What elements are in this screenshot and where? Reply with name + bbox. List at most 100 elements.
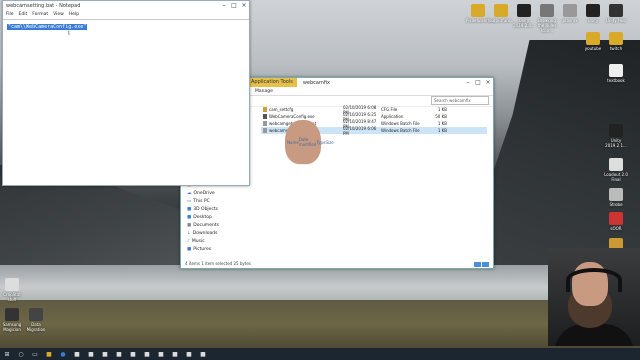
desktop-icon[interactable]: youtube: [581, 32, 605, 51]
music-icon: ♪: [187, 239, 190, 244]
app-icon[interactable]: ■: [171, 351, 179, 358]
app-icon: [563, 4, 577, 17]
app-icon[interactable]: ■: [143, 351, 151, 358]
column-type[interactable]: Type: [316, 140, 325, 145]
file-list-header: Name Date modified Type Size: [285, 120, 334, 165]
menu-file[interactable]: File: [6, 12, 14, 17]
nav-item-pictures[interactable]: ■ Pictures: [181, 246, 251, 254]
app-icon[interactable]: ■: [185, 351, 193, 358]
menu-view[interactable]: View: [53, 12, 64, 17]
desktop-icon[interactable]: Unity Hub: [604, 4, 628, 23]
desktop-icon[interactable]: Unity 2019.2.1...: [604, 124, 628, 148]
pictures-icon: ■: [187, 247, 192, 252]
batch-file-icon: [263, 121, 267, 126]
wallpaper-shore: [0, 300, 640, 348]
unity-icon: [609, 124, 623, 137]
desktop-icon[interactable]: textbook: [604, 64, 628, 83]
search-icon[interactable]: ○: [17, 351, 25, 358]
app-icon: [609, 188, 623, 201]
column-name[interactable]: Name: [285, 140, 299, 145]
maximize-icon[interactable]: □: [473, 79, 483, 86]
nav-item-downloads[interactable]: ↓ Downloads: [181, 230, 251, 238]
desktop-icon[interactable]: Breaking the Rules Icon...: [535, 4, 559, 33]
ribbon-manage-tab[interactable]: Manage: [255, 89, 273, 94]
desktop-icon[interactable]: Loadout 2.0 Final: [604, 158, 628, 182]
unity-hub-icon: [609, 4, 623, 17]
search-input[interactable]: Search webcamfix: [431, 96, 489, 105]
headphones: [566, 268, 622, 292]
documents-icon: ■: [187, 223, 192, 228]
folder-icon: [471, 4, 485, 17]
app-icon[interactable]: ■: [87, 351, 95, 358]
document-icon: [609, 158, 623, 171]
close-icon[interactable]: ×: [483, 79, 493, 86]
column-date[interactable]: Date modified: [299, 137, 317, 147]
desktop-icon[interactable]: twitch: [604, 32, 628, 51]
nav-item-desktop[interactable]: ■ Desktop: [181, 214, 251, 222]
desktop-icon[interactable]: Samsung Magician: [0, 308, 24, 332]
app-icon[interactable]: ■: [199, 351, 207, 358]
desktop-icon[interactable]: Data Migration: [24, 308, 48, 332]
data-migration-icon: [29, 308, 43, 321]
menu-help[interactable]: Help: [69, 12, 79, 17]
taskbar: ⊞ ○ ▭ ■ ● ■ ■ ■ ■ ■ ■ ■ ■ ■ ■: [0, 348, 640, 360]
maximize-icon[interactable]: □: [229, 2, 239, 9]
file-explorer-icon[interactable]: ■: [45, 351, 53, 358]
document-icon: [609, 64, 623, 77]
minimize-icon[interactable]: –: [219, 2, 229, 9]
nav-item-documents[interactable]: ■ Documents: [181, 222, 251, 230]
unity-icon: [517, 4, 531, 17]
desktop-icon[interactable]: CropStat stuff: [0, 278, 24, 302]
desktop-icon: ■: [187, 215, 192, 220]
task-view-icon[interactable]: ▭: [31, 351, 39, 358]
app-icon: [609, 212, 623, 225]
notepad-menubar: File Edit Format View Help: [3, 10, 249, 18]
cloud-icon: ☁: [187, 191, 192, 196]
folder-icon: [609, 32, 623, 45]
app-icon[interactable]: ■: [73, 351, 81, 358]
notepad-text-area[interactable]: "cam\\WebCameraConfig.exe": [3, 19, 249, 185]
nav-item-this-pc[interactable]: ▭ This PC: [181, 198, 251, 206]
column-size[interactable]: Size: [326, 140, 334, 145]
desktop-icon[interactable]: proxmx: [558, 4, 582, 23]
close-icon[interactable]: ×: [239, 2, 249, 9]
desktop-icon[interactable]: sOOR: [604, 212, 628, 231]
selected-text: "cam\\WebCameraConfig.exe": [7, 24, 88, 30]
document-icon: [5, 278, 19, 291]
details-view-icon[interactable]: [474, 262, 481, 267]
navigation-pane: ■webcamfix ☁OneDrive ▭This PC ■3D Object…: [181, 182, 251, 254]
download-icon: ↓: [187, 231, 191, 236]
exe-icon: [263, 114, 267, 119]
minimize-icon[interactable]: –: [463, 79, 473, 86]
menu-format[interactable]: Format: [32, 12, 48, 17]
app-icon[interactable]: ■: [129, 351, 137, 358]
text-cursor-icon: I: [68, 30, 70, 37]
browser-icon[interactable]: ●: [59, 351, 67, 358]
app-icon[interactable]: ■: [101, 351, 109, 358]
desktop-icon[interactable]: outputfunc...: [489, 4, 515, 23]
nav-item-music[interactable]: ♪ Music: [181, 238, 251, 246]
desktop-icon[interactable]: Strobe: [604, 188, 628, 207]
desktop-icon[interactable]: Unity: [581, 4, 605, 23]
cube-icon: ■: [187, 207, 192, 212]
application-tools-tab[interactable]: Application Tools: [247, 78, 297, 87]
folder-icon: [586, 32, 600, 45]
nav-item-3d-objects[interactable]: ■ 3D Objects: [181, 206, 251, 214]
notepad-window: webcamsetting.bat - Notepad – □ × File E…: [2, 0, 250, 186]
tiles-view-icon[interactable]: [482, 262, 489, 267]
file-list: Name Date modified Type Size cam_settcfg…: [261, 105, 487, 165]
menu-edit[interactable]: Edit: [19, 12, 28, 17]
desktop-icon[interactable]: Pjsaefulsert...: [466, 4, 493, 23]
nav-item-onedrive[interactable]: ☁ OneDrive: [181, 190, 251, 198]
status-bar: 4 items 1 item selected 25 bytes: [185, 261, 251, 266]
start-button-icon[interactable]: ⊞: [3, 351, 11, 358]
samsung-magician-icon: [5, 308, 19, 321]
file-icon: [263, 107, 267, 112]
app-icon[interactable]: ■: [157, 351, 165, 358]
view-toggle[interactable]: [474, 262, 489, 267]
desktop-icon[interactable]: Unity 2019.2.0...: [512, 4, 536, 28]
explorer-title: webcamfix: [302, 79, 330, 86]
app-icon[interactable]: ■: [115, 351, 123, 358]
notepad-title: webcamsetting.bat - Notepad: [6, 2, 81, 9]
batch-file-icon: [263, 128, 267, 133]
